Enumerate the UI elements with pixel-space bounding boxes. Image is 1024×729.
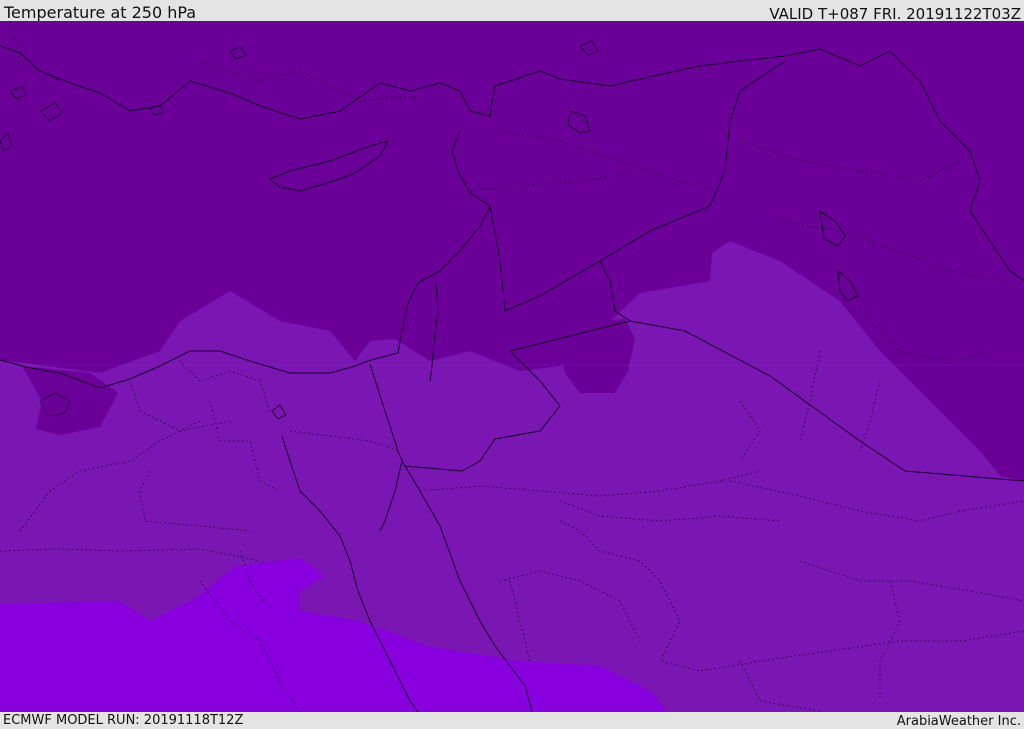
footer-bar: ECMWF MODEL RUN: 20191118T12Z ArabiaWeat…: [0, 712, 1024, 729]
map-canvas: [0, 21, 1024, 712]
model-run-label: ECMWF MODEL RUN: 20191118T12Z: [3, 713, 244, 728]
credit-label: ArabiaWeather Inc.: [896, 714, 1021, 729]
temperature-map[interactable]: [0, 21, 1024, 712]
map-title: Temperature at 250 hPa: [4, 3, 197, 22]
header-bar: Temperature at 250 hPa VALID T+087 FRI. …: [0, 0, 1024, 23]
